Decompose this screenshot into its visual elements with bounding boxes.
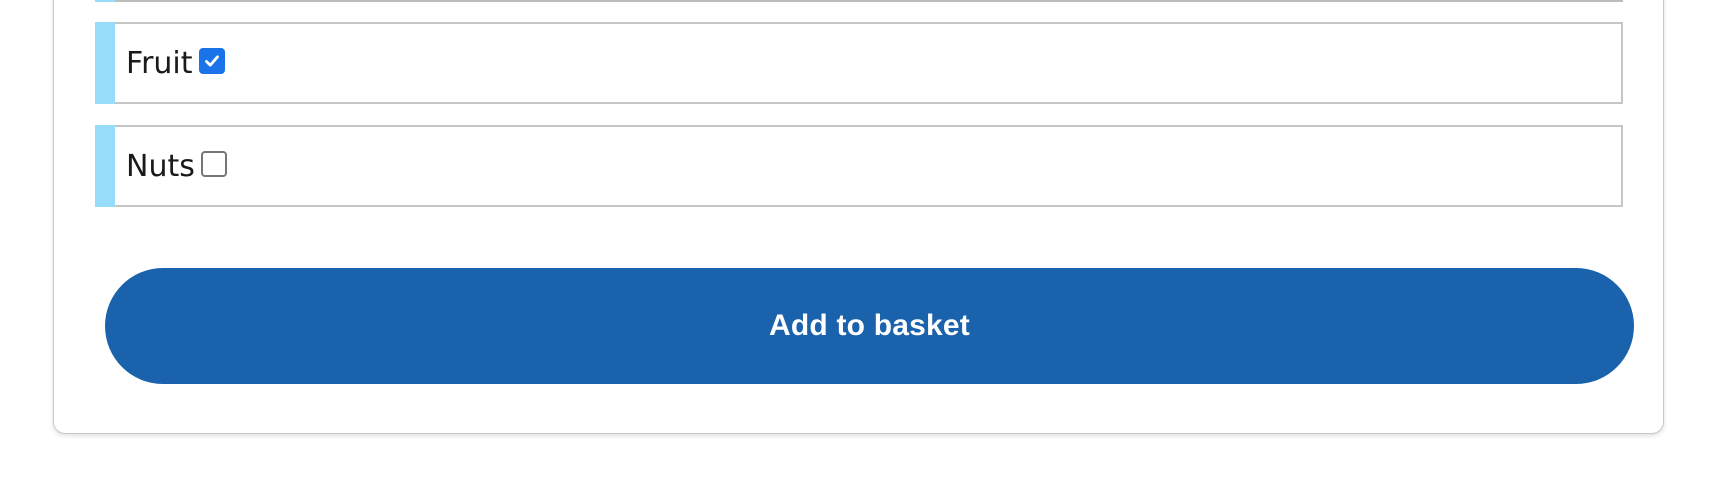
previous-option-border [95,0,1623,2]
checkmark-icon [204,55,219,67]
nuts-checkbox[interactable] [200,151,227,177]
option-accent-bar [95,22,115,104]
add-to-basket-button[interactable]: Add to basket [105,268,1634,384]
fruit-checkbox[interactable] [198,48,225,74]
option-accent-bar [95,125,115,207]
option-text-fruit: Fruit [126,45,193,81]
option-label-fruit[interactable]: Fruit [126,46,225,81]
option-label-nuts[interactable]: Nuts [126,149,227,184]
previous-option-accent [95,0,115,2]
option-text-nuts: Nuts [126,148,195,184]
option-row-nuts: Nuts [95,125,1623,207]
option-row-fruit: Fruit [95,22,1623,104]
